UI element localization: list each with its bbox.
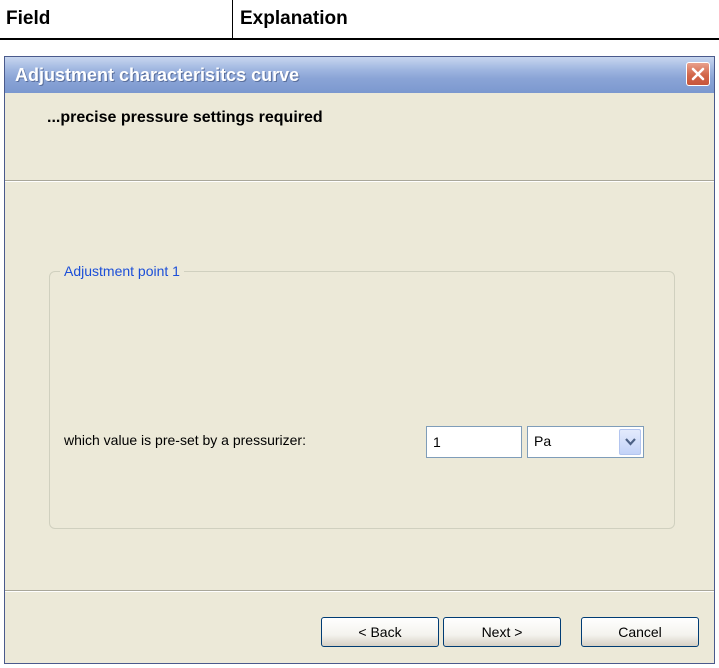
header-panel: ...precise pressure settings required	[5, 93, 714, 182]
cancel-button[interactable]: Cancel	[581, 617, 699, 647]
preset-value-label: which value is pre-set by a pressurizer:	[64, 432, 306, 448]
column-header-field: Field	[6, 8, 51, 29]
back-button[interactable]: < Back	[321, 617, 439, 647]
group-legend: Adjustment point 1	[60, 262, 184, 280]
preset-value-input[interactable]	[426, 426, 522, 458]
next-button[interactable]: Next >	[443, 617, 561, 647]
step-headline: ...precise pressure settings required	[47, 109, 323, 126]
close-button[interactable]	[686, 62, 710, 86]
title-bar[interactable]: Adjustment characterisitcs curve	[5, 57, 714, 93]
unit-dropdown[interactable]: Pa	[527, 426, 644, 458]
column-header-explanation: Explanation	[240, 8, 348, 29]
document-table-header: Field Explanation	[0, 0, 719, 40]
column-divider	[232, 0, 233, 38]
unit-selected-value: Pa	[534, 433, 552, 449]
footer-separator-highlight	[5, 591, 714, 592]
window-title: Adjustment characterisitcs curve	[15, 65, 300, 85]
adjustment-point-group: Adjustment point 1 which value is pre-se…	[49, 262, 675, 529]
dialog-window: Adjustment characterisitcs curve ...prec…	[4, 56, 715, 664]
close-icon	[691, 67, 705, 81]
chevron-down-icon	[625, 438, 636, 446]
header-underline	[0, 38, 719, 40]
dropdown-button[interactable]	[619, 429, 641, 455]
header-separator-highlight	[5, 181, 714, 182]
